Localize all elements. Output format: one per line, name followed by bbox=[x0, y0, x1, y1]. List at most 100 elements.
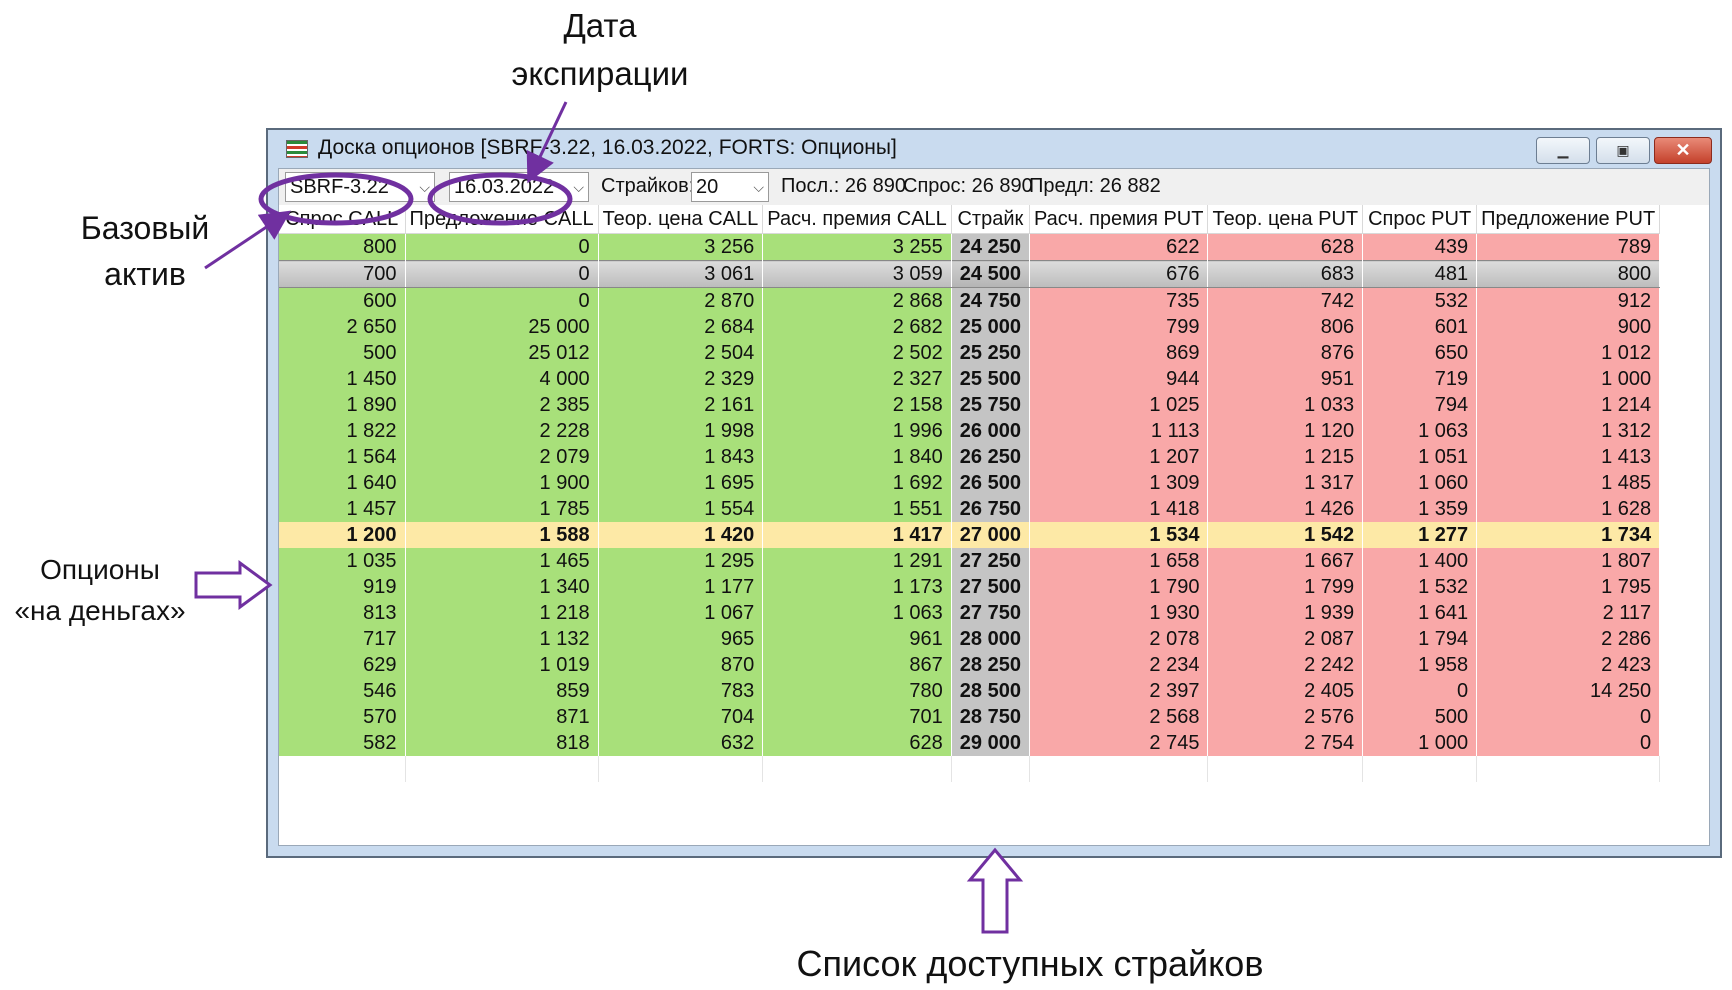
put-cell[interactable]: 1 667 bbox=[1207, 548, 1364, 574]
column-header[interactable]: Расч. премия CALL bbox=[762, 205, 952, 234]
call-cell[interactable]: 1 588 bbox=[405, 522, 599, 548]
put-cell[interactable]: 676 bbox=[1029, 260, 1209, 288]
table-row[interactable]: 600 0 2 870 2 868 24 750 735 742 532 912 bbox=[279, 287, 1661, 314]
table-row[interactable]: 800 0 3 256 3 255 24 250 622 628 439 789 bbox=[279, 233, 1661, 261]
call-cell[interactable]: 1 035 bbox=[279, 548, 406, 574]
call-cell[interactable]: 2 079 bbox=[405, 444, 599, 470]
put-cell[interactable]: 1 215 bbox=[1207, 444, 1364, 470]
call-cell[interactable]: 500 bbox=[279, 340, 406, 366]
call-cell[interactable]: 1 291 bbox=[762, 548, 952, 574]
call-cell[interactable]: 2 504 bbox=[598, 340, 764, 366]
call-cell[interactable]: 1 457 bbox=[279, 496, 406, 522]
table-row[interactable]: 1 640 1 900 1 695 1 692 26 500 1 309 1 317 1 06… bbox=[279, 470, 1661, 496]
put-cell[interactable]: 2 754 bbox=[1207, 730, 1364, 756]
call-cell[interactable]: 965 bbox=[598, 626, 764, 652]
put-cell[interactable]: 1 214 bbox=[1476, 392, 1661, 418]
strike-cell[interactable]: 28 000 bbox=[951, 626, 1030, 652]
put-cell[interactable]: 0 bbox=[1362, 678, 1478, 704]
call-cell[interactable]: 1 450 bbox=[279, 366, 406, 392]
call-cell[interactable]: 2 228 bbox=[405, 418, 599, 444]
strike-cell[interactable]: 28 750 bbox=[951, 704, 1030, 730]
call-cell[interactable]: 867 bbox=[762, 652, 952, 678]
put-cell[interactable]: 601 bbox=[1362, 314, 1478, 340]
put-cell[interactable]: 0 bbox=[1476, 704, 1661, 730]
call-cell[interactable]: 1 465 bbox=[405, 548, 599, 574]
table-row[interactable]: 700 0 3 061 3 059 24 500 676 683 481 800 bbox=[279, 260, 1661, 288]
put-cell[interactable]: 1 958 bbox=[1362, 652, 1478, 678]
strike-cell[interactable]: 27 000 bbox=[951, 522, 1030, 548]
call-cell[interactable]: 1 785 bbox=[405, 496, 599, 522]
call-cell[interactable]: 780 bbox=[762, 678, 952, 704]
put-cell[interactable]: 500 bbox=[1362, 704, 1478, 730]
column-header[interactable]: Страйк bbox=[951, 205, 1030, 234]
call-cell[interactable]: 3 256 bbox=[598, 233, 764, 261]
put-cell[interactable]: 14 250 bbox=[1476, 678, 1661, 704]
call-cell[interactable]: 25 012 bbox=[405, 340, 599, 366]
table-row[interactable]: 1 200 1 588 1 420 1 417 27 000 1 534 1 542 1 27… bbox=[279, 522, 1661, 548]
put-cell[interactable]: 683 bbox=[1207, 260, 1364, 288]
put-cell[interactable]: 1 628 bbox=[1476, 496, 1661, 522]
put-cell[interactable]: 1 120 bbox=[1207, 418, 1364, 444]
call-cell[interactable]: 870 bbox=[598, 652, 764, 678]
call-cell[interactable]: 1 417 bbox=[762, 522, 952, 548]
call-cell[interactable]: 2 161 bbox=[598, 392, 764, 418]
call-cell[interactable]: 3 061 bbox=[598, 260, 764, 288]
strike-cell[interactable]: 25 750 bbox=[951, 392, 1030, 418]
call-cell[interactable]: 2 868 bbox=[762, 287, 952, 314]
table-row[interactable]: 813 1 218 1 067 1 063 27 750 1 930 1 939 1 641 2… bbox=[279, 600, 1661, 626]
table-row[interactable]: 919 1 340 1 177 1 173 27 500 1 790 1 799 1 532 1… bbox=[279, 574, 1661, 600]
call-cell[interactable]: 1 063 bbox=[762, 600, 952, 626]
call-cell[interactable]: 701 bbox=[762, 704, 952, 730]
call-cell[interactable]: 1 218 bbox=[405, 600, 599, 626]
put-cell[interactable]: 944 bbox=[1029, 366, 1209, 392]
call-cell[interactable]: 1 554 bbox=[598, 496, 764, 522]
put-cell[interactable]: 1 012 bbox=[1476, 340, 1661, 366]
call-cell[interactable]: 582 bbox=[279, 730, 406, 756]
call-cell[interactable]: 3 255 bbox=[762, 233, 952, 261]
put-cell[interactable]: 1 534 bbox=[1029, 522, 1209, 548]
call-cell[interactable]: 570 bbox=[279, 704, 406, 730]
put-cell[interactable]: 1 485 bbox=[1476, 470, 1661, 496]
put-cell[interactable]: 1 000 bbox=[1362, 730, 1478, 756]
put-cell[interactable]: 2 745 bbox=[1029, 730, 1209, 756]
call-cell[interactable]: 0 bbox=[405, 287, 599, 314]
put-cell[interactable]: 1 113 bbox=[1029, 418, 1209, 444]
call-cell[interactable]: 629 bbox=[279, 652, 406, 678]
call-cell[interactable]: 800 bbox=[279, 233, 406, 261]
expiry-date-select[interactable]: 16.03.2022 ⌵ bbox=[449, 172, 589, 202]
strike-cell[interactable]: 26 000 bbox=[951, 418, 1030, 444]
strikes-count-select[interactable]: 20 ⌵ bbox=[691, 172, 769, 202]
put-cell[interactable]: 2 568 bbox=[1029, 704, 1209, 730]
put-cell[interactable]: 2 397 bbox=[1029, 678, 1209, 704]
put-cell[interactable]: 1 799 bbox=[1207, 574, 1364, 600]
strike-cell[interactable]: 26 500 bbox=[951, 470, 1030, 496]
put-cell[interactable]: 869 bbox=[1029, 340, 1209, 366]
strike-cell[interactable]: 28 250 bbox=[951, 652, 1030, 678]
strike-cell[interactable]: 28 500 bbox=[951, 678, 1030, 704]
table-row[interactable]: 546 859 783 780 28 500 2 397 2 405 0 14 250 bbox=[279, 678, 1661, 704]
base-asset-select[interactable]: SBRF-3.22 ⌵ bbox=[285, 172, 435, 202]
table-row[interactable]: 1 035 1 465 1 295 1 291 27 250 1 658 1 667 1 40… bbox=[279, 548, 1661, 574]
call-cell[interactable]: 1 843 bbox=[598, 444, 764, 470]
strike-cell[interactable]: 29 000 bbox=[951, 730, 1030, 756]
call-cell[interactable]: 1 132 bbox=[405, 626, 599, 652]
call-cell[interactable]: 546 bbox=[279, 678, 406, 704]
put-cell[interactable]: 794 bbox=[1362, 392, 1478, 418]
call-cell[interactable]: 600 bbox=[279, 287, 406, 314]
column-header[interactable]: Спрос PUT bbox=[1362, 205, 1478, 234]
put-cell[interactable]: 1 207 bbox=[1029, 444, 1209, 470]
strike-cell[interactable]: 26 750 bbox=[951, 496, 1030, 522]
call-cell[interactable]: 1 692 bbox=[762, 470, 952, 496]
put-cell[interactable]: 951 bbox=[1207, 366, 1364, 392]
call-cell[interactable]: 1 998 bbox=[598, 418, 764, 444]
put-cell[interactable]: 532 bbox=[1362, 287, 1478, 314]
put-cell[interactable]: 806 bbox=[1207, 314, 1364, 340]
put-cell[interactable]: 2 234 bbox=[1029, 652, 1209, 678]
put-cell[interactable]: 628 bbox=[1207, 233, 1364, 261]
call-cell[interactable]: 1 551 bbox=[762, 496, 952, 522]
put-cell[interactable]: 1 400 bbox=[1362, 548, 1478, 574]
column-header[interactable]: Теор. цена PUT bbox=[1207, 205, 1364, 234]
put-cell[interactable]: 1 794 bbox=[1362, 626, 1478, 652]
put-cell[interactable]: 2 286 bbox=[1476, 626, 1661, 652]
put-cell[interactable]: 1 309 bbox=[1029, 470, 1209, 496]
